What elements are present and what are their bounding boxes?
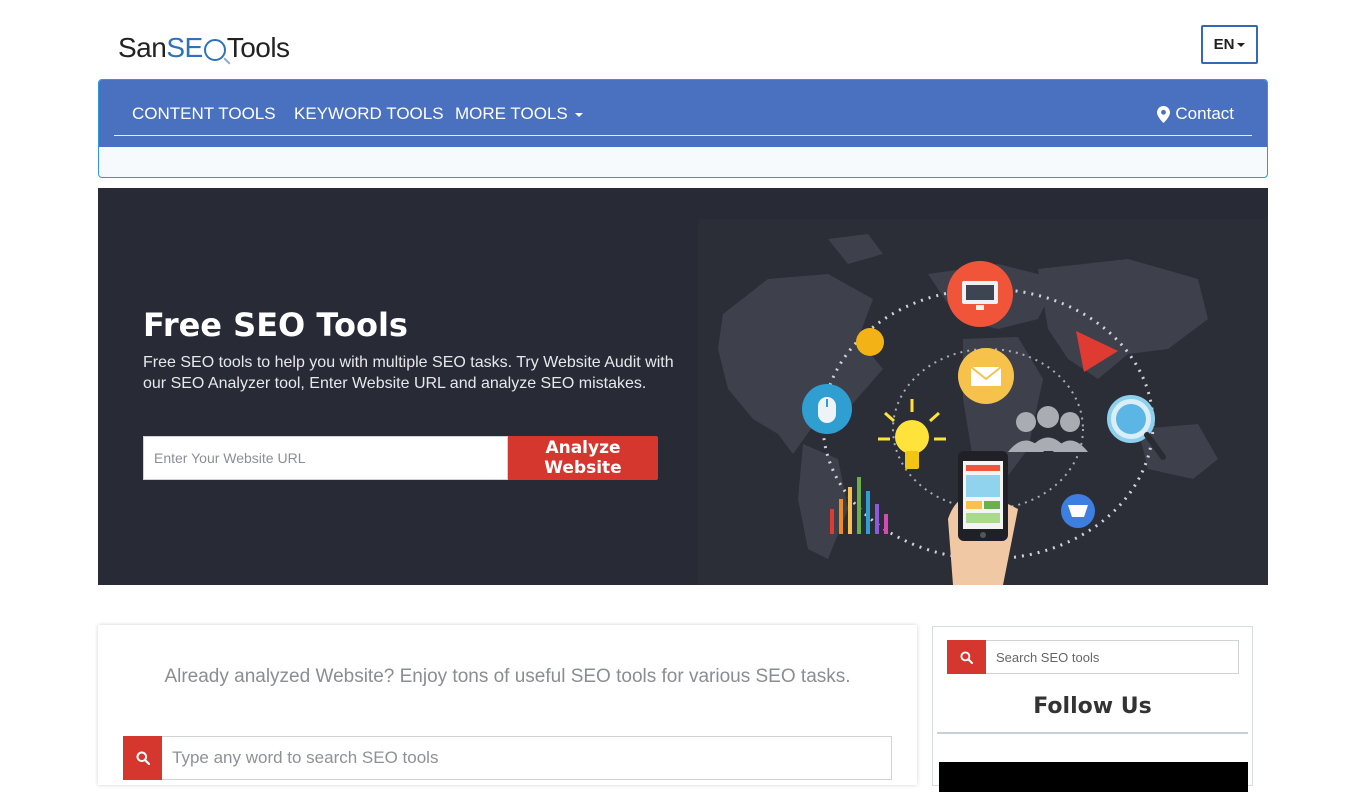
seo-world-map-illustration [718,234,1218,585]
monitor-icon [947,261,1013,327]
follow-us-divider [937,732,1248,734]
search-icon [960,650,973,664]
sidebar-search-bar [947,640,1239,675]
caret-down-icon [1237,42,1246,47]
follow-us-heading: Follow Us [1033,694,1152,719]
smartphone-icon [948,451,1018,585]
navbar: CONTENT TOOLS KEYWORD TOOLS MORE TOOLS C… [99,80,1267,147]
logo-magnifier-icon [203,39,226,61]
logo-text-se: SE [166,32,203,63]
caret-down-icon [575,112,584,117]
map-marker-icon [1157,105,1171,123]
logo-text-san: San [118,32,167,63]
site-logo[interactable]: San SE Tools [118,30,290,66]
nav-contact[interactable]: Contact [1157,104,1234,124]
magnifier-icon [1107,395,1166,460]
cart-icon [1061,494,1095,528]
social-embed[interactable] [939,762,1248,792]
main-navigation: CONTENT TOOLS KEYWORD TOOLS MORE TOOLS C… [98,79,1268,178]
tool-search-input[interactable] [162,736,892,780]
lightbulb-icon [878,399,946,469]
website-url-input[interactable] [143,436,508,480]
nav-content-tools[interactable]: CONTENT TOOLS [132,104,276,124]
analyze-website-button[interactable]: Analyze Website [508,436,658,480]
mail-icon [958,348,1014,404]
hero-section: Free SEO Tools Free SEO tools to help yo… [98,188,1268,585]
hero-illustration [698,219,1268,585]
search-icon [136,751,150,765]
hero-description: Free SEO tools to help you with multiple… [143,354,674,392]
nav-divider [114,135,1252,136]
language-label: EN [1213,36,1235,53]
tool-search-button[interactable] [123,736,162,780]
mouse-icon [802,384,852,434]
main-tagline: Already analyzed Website? Enjoy tons of … [164,666,851,687]
nav-more-tools[interactable]: MORE TOOLS [455,104,584,124]
language-dropdown[interactable]: EN [1201,25,1258,64]
logo-text-tools: Tools [226,32,290,63]
nav-more-tools-label: MORE TOOLS [455,104,568,123]
tool-search-bar [123,736,892,780]
sidebar-search-input[interactable] [986,640,1239,674]
nav-keyword-tools[interactable]: KEYWORD TOOLS [294,104,444,124]
nav-contact-label: Contact [1175,104,1234,123]
sidebar-widget: Follow Us [932,626,1253,792]
sidebar-search-button[interactable] [947,640,986,674]
main-content-card: Already analyzed Website? Enjoy tons of … [98,625,917,785]
hero-title: Free SEO Tools [143,306,408,344]
